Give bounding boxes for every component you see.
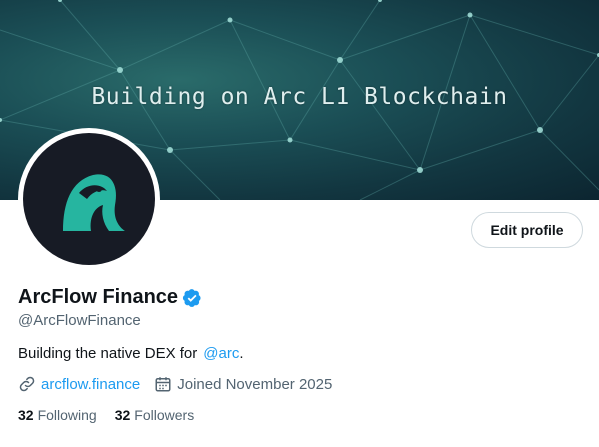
profile-meta: arcflow.finance Joined November 2025 [18,375,332,393]
joined-date: Joined November 2025 [177,375,333,393]
verified-badge-icon[interactable] [182,288,202,308]
followers-label: Followers [134,407,195,423]
avatar[interactable] [18,128,160,270]
banner-title: Building on Arc L1 Blockchain [91,84,508,110]
following-count: 32 [18,407,34,423]
name-row: ArcFlow Finance [18,286,202,309]
avatar-image [23,133,155,265]
following-label: Following [37,407,97,423]
bio-mention-link[interactable]: @arc [203,345,239,362]
bio-suffix: . [239,345,244,362]
website-item: arcflow.finance [18,375,140,393]
website-link[interactable]: arcflow.finance [41,376,140,393]
following-link[interactable]: 32 Following [18,407,97,423]
display-name: ArcFlow Finance [18,286,179,308]
calendar-icon [155,377,171,392]
bio: Building the native DEX for @arc. [18,345,244,362]
bio-text: Building the native DEX for [18,345,198,362]
user-handle: @ArcFlowFinance [18,312,141,329]
arcflow-logo-icon [63,174,125,231]
follow-stats: 32 Following 32 Followers [18,407,212,423]
edit-profile-button[interactable]: Edit profile [471,212,583,248]
joined-item: Joined November 2025 [154,375,332,393]
followers-count: 32 [114,407,131,423]
profile-page: Building on Arc L1 Blockchain Edit profi… [0,0,599,447]
link-icon [19,376,35,392]
followers-link[interactable]: 32 Followers [115,407,194,423]
